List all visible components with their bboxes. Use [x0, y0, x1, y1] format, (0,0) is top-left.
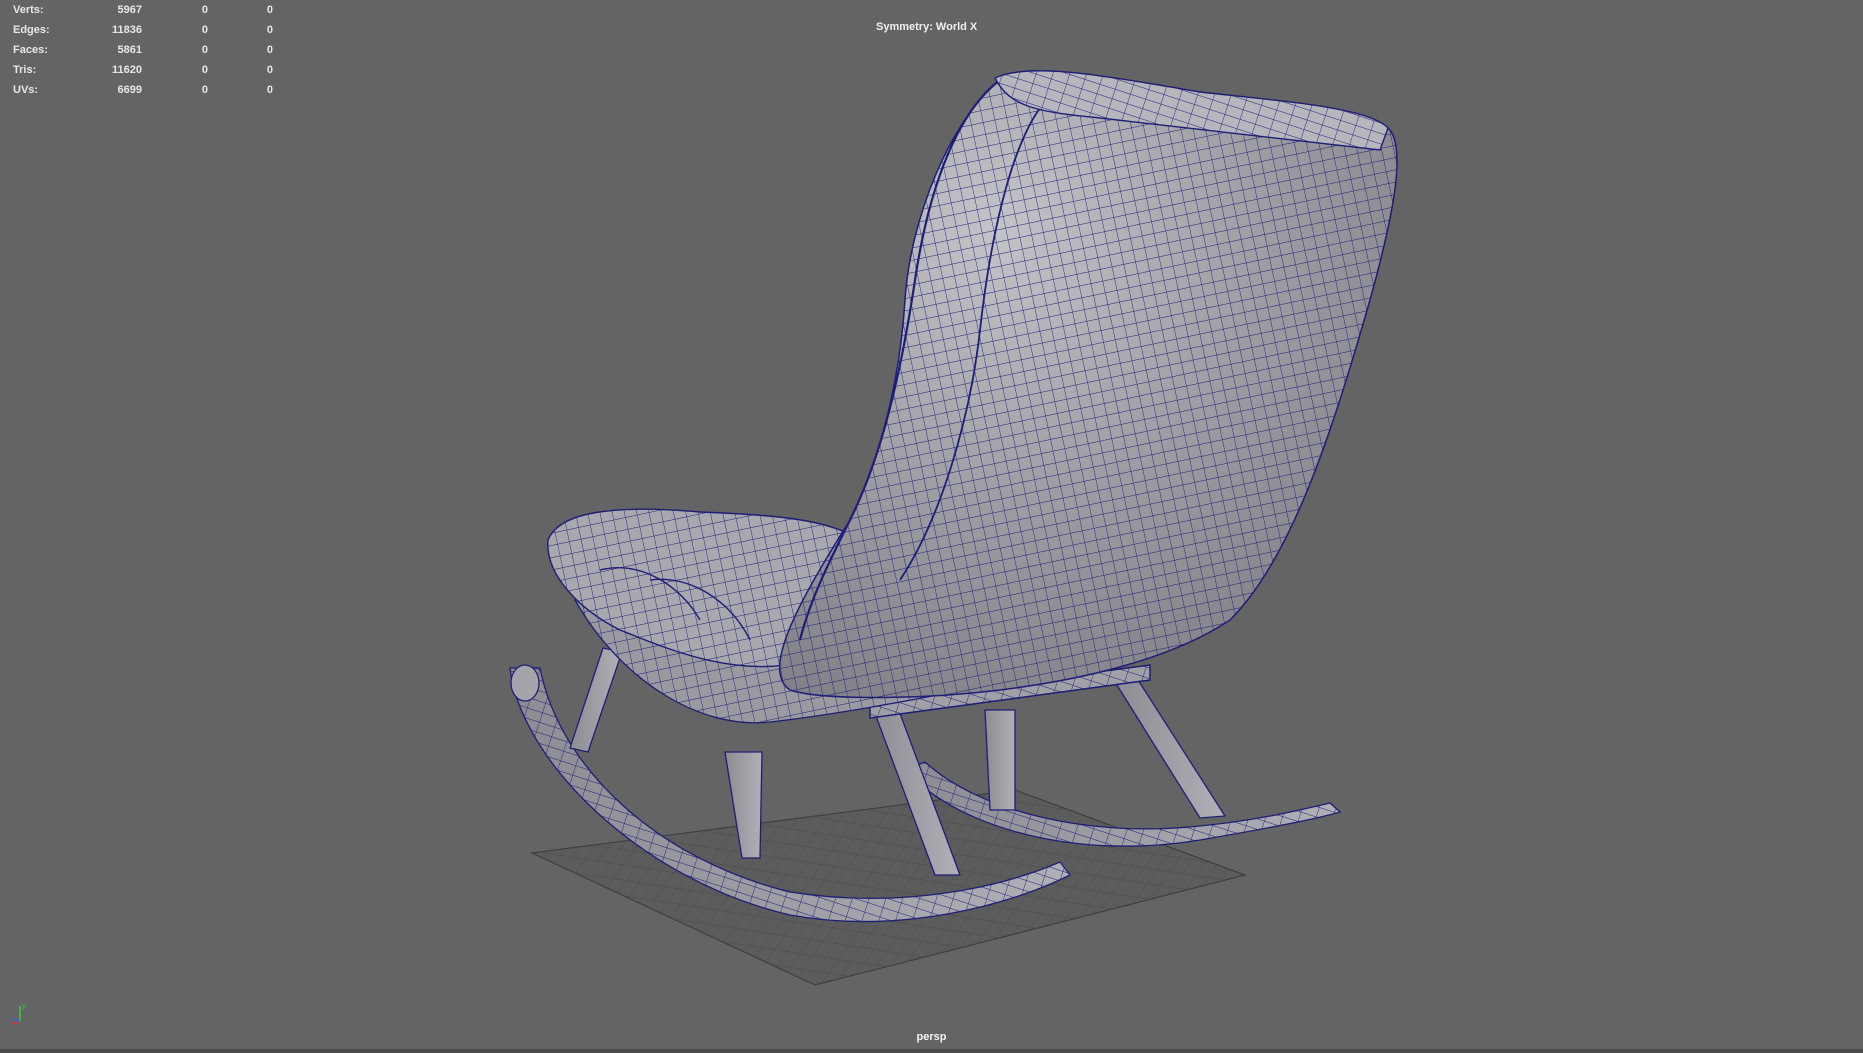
hud-value: 0	[201, 64, 208, 76]
hud-value: 0	[201, 24, 208, 36]
symmetry-label: Symmetry: World X	[876, 21, 978, 33]
hud-value: 0	[201, 4, 208, 16]
hud-label: Edges:	[13, 24, 50, 36]
hud-label: Verts:	[13, 4, 44, 16]
hud-row-verts: Verts: 5967 0 0	[13, 0, 273, 20]
hud-label: Tris:	[13, 64, 37, 76]
hud-value: 0	[266, 4, 273, 16]
hud-value: 0	[201, 84, 208, 96]
hud-label: UVs:	[13, 84, 39, 96]
hud-value: 11836	[112, 24, 142, 36]
hud-row-uvs: UVs: 6699 0 0	[13, 80, 273, 100]
chair-backrest	[779, 70, 1398, 699]
hud-row-edges: Edges: 11836 0 0	[13, 20, 273, 40]
hud-value: 0	[266, 64, 273, 76]
axis-gizmo-icon: y	[10, 1001, 26, 1025]
camera-name-label: persp	[916, 1031, 947, 1043]
hud-value: 0	[266, 84, 273, 96]
hud-row-tris: Tris: 11620 0 0	[13, 60, 273, 80]
axis-y-label: y	[22, 1001, 26, 1010]
hud-value: 5861	[117, 44, 142, 56]
hud-value: 5967	[117, 4, 142, 16]
scene-canvas[interactable]	[0, 0, 1863, 1053]
hud-label: Faces:	[13, 44, 48, 56]
viewport-persp[interactable]: Verts: 5967 0 0 Edges: 11836 0 0 Faces: …	[0, 0, 1863, 1053]
hud-row-faces: Faces: 5861 0 0	[13, 40, 273, 60]
poly-count-hud: Verts: 5967 0 0 Edges: 11836 0 0 Faces: …	[13, 0, 273, 100]
hud-value: 0	[266, 24, 273, 36]
hud-value: 0	[266, 44, 273, 56]
hud-value: 6699	[117, 84, 142, 96]
hud-value: 0	[201, 44, 208, 56]
hud-value: 11620	[112, 64, 142, 76]
viewport-bottom-border	[0, 1049, 1863, 1053]
